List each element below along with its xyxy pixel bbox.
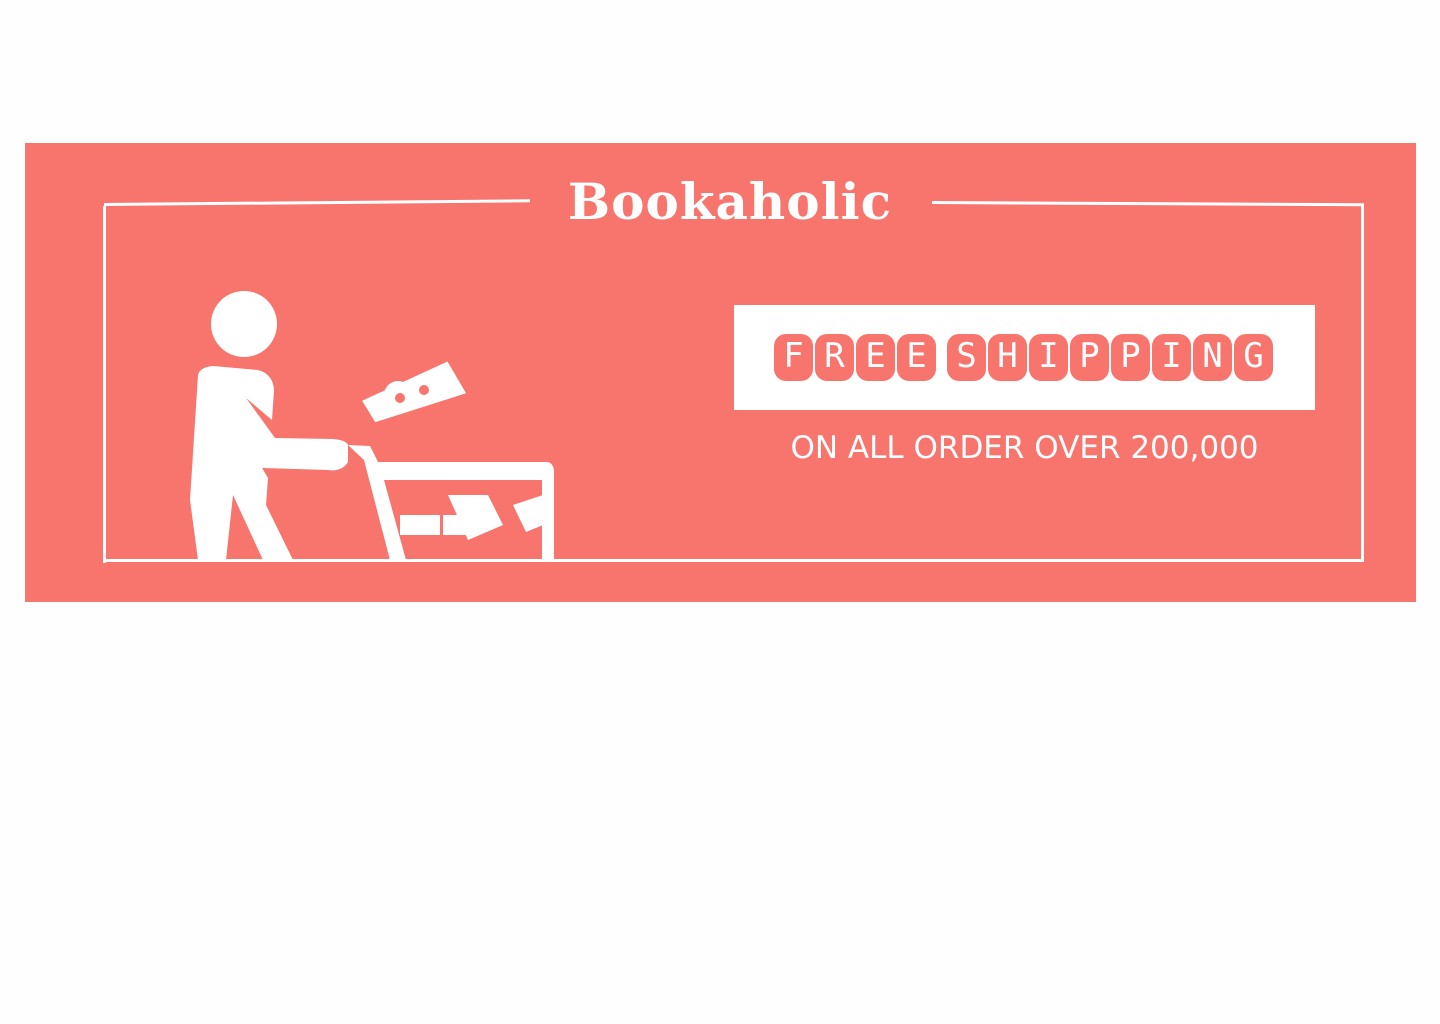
- cart-gift-4: [513, 495, 543, 532]
- cart-gift-1: [400, 515, 440, 535]
- letter-tile: G: [1234, 334, 1273, 381]
- person-head: [211, 291, 277, 357]
- frame-right: [1361, 204, 1364, 561]
- letter-tile: P: [1111, 334, 1150, 381]
- frame-left: [103, 206, 106, 563]
- letter-tile: I: [1152, 334, 1191, 381]
- letter-tile: S: [947, 334, 986, 381]
- letter-tile: P: [1070, 334, 1109, 381]
- letter-tile: E: [856, 334, 895, 381]
- promo-subtext: ON ALL ORDER OVER 200,000: [790, 430, 1259, 466]
- free-shipping-badge: F R E E S H I P P I N G: [734, 305, 1315, 410]
- free-shipping-headline: F R E E S H I P P I N G: [774, 334, 1275, 381]
- brand-title: Bookaholic: [567, 172, 893, 231]
- letter-tile: N: [1193, 334, 1232, 381]
- letter-tile: H: [988, 334, 1027, 381]
- letter-tile: E: [897, 334, 936, 381]
- letter-tile: R: [815, 334, 854, 381]
- person-shopping-cart-gift-icon: [190, 291, 554, 560]
- letter-tile: F: [774, 334, 813, 381]
- person-body: [190, 366, 348, 560]
- letter-tile: I: [1029, 334, 1068, 381]
